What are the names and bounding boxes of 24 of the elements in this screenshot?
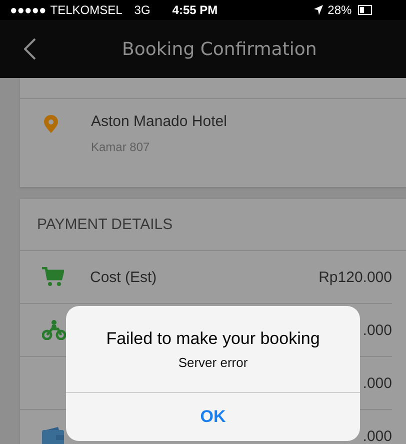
location-arrow-icon [314,5,323,15]
battery-icon [358,5,372,15]
screen-title: Booking Confirmation [122,38,317,60]
amount: .000 [362,428,392,444]
section-title: PAYMENT DETAILS [37,216,173,233]
room-note: Kamar 807 [91,140,151,154]
battery-percent: 28% [328,3,352,17]
cart-icon [42,267,64,287]
amount: .000 [362,374,392,392]
amount: .000 [362,322,392,338]
signal-dots: ●●●●● [10,3,46,17]
carrier: TELKOMSEL [50,3,122,17]
hotel-name: Aston Manado Hotel [91,113,227,130]
alert-title: Failed to make your booking [106,328,320,348]
motorbike-icon [42,320,66,340]
back-icon[interactable] [24,38,36,60]
status-time: 4:55 PM [172,3,218,17]
alert-message: Server error [178,354,248,370]
amount: Rp120.000 [318,268,392,286]
location-pin-icon [44,115,58,133]
wallet-icon [42,427,64,444]
ok-button[interactable]: OK [66,393,360,441]
cost-label: Cost (Est) [90,268,157,286]
network-type: 3G [134,3,150,17]
